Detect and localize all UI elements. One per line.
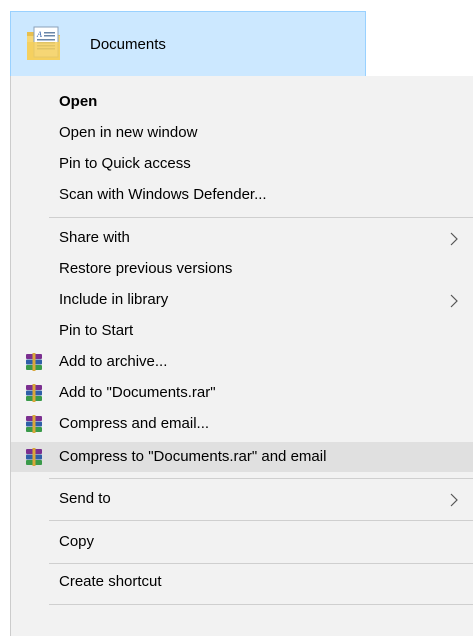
- menu-separator: [49, 478, 473, 479]
- menu-separator: [49, 604, 473, 605]
- menu-item-label: Include in library: [59, 291, 169, 308]
- menu-item-restore-versions[interactable]: Restore previous versions: [11, 254, 473, 284]
- documents-folder-icon: A: [27, 26, 60, 60]
- menu-item-label: Compress and email...: [59, 415, 210, 432]
- folder-name: Documents: [90, 36, 166, 53]
- winrar-archive-icon: [26, 384, 42, 402]
- menu-item-pin-start[interactable]: Pin to Start: [11, 316, 473, 346]
- context-menu: Open Open in new window Pin to Quick acc…: [10, 76, 473, 636]
- menu-item-label: Create shortcut: [59, 573, 162, 590]
- menu-separator: [49, 217, 473, 218]
- menu-item-scan-defender[interactable]: Scan with Windows Defender...: [11, 180, 473, 210]
- chevron-right-icon: [450, 294, 458, 308]
- menu-item-open[interactable]: Open: [11, 87, 473, 117]
- winrar-archive-icon: [26, 448, 42, 466]
- menu-item-label: Restore previous versions: [59, 260, 233, 277]
- menu-item-pin-quick-access[interactable]: Pin to Quick access: [11, 149, 473, 179]
- menu-item-label: Add to archive...: [59, 353, 168, 370]
- menu-item-label: Open: [59, 93, 98, 110]
- menu-item-label: Pin to Quick access: [59, 155, 191, 172]
- menu-item-compress-email[interactable]: Compress and email...: [11, 409, 473, 439]
- chevron-right-icon: [450, 493, 458, 507]
- menu-item-label: Copy: [59, 533, 95, 550]
- menu-item-label: Add to "Documents.rar": [59, 384, 216, 401]
- menu-item-create-shortcut[interactable]: Create shortcut: [11, 567, 473, 597]
- menu-item-label: Open in new window: [59, 124, 198, 141]
- menu-item-add-documents-rar[interactable]: Add to "Documents.rar": [11, 378, 473, 408]
- menu-item-label: Pin to Start: [59, 322, 134, 339]
- menu-item-send-to[interactable]: Send to: [11, 484, 473, 514]
- winrar-archive-icon: [26, 353, 42, 371]
- menu-item-add-archive[interactable]: Add to archive...: [11, 347, 473, 377]
- chevron-right-icon: [450, 232, 458, 246]
- menu-item-copy[interactable]: Copy: [11, 527, 473, 557]
- menu-item-label: Scan with Windows Defender...: [59, 186, 267, 203]
- menu-separator: [49, 520, 473, 521]
- menu-item-share-with[interactable]: Share with: [11, 223, 473, 253]
- menu-separator: [49, 563, 473, 564]
- menu-item-label: Compress to "Documents.rar" and email: [59, 448, 327, 465]
- menu-item-compress-documents-rar-email[interactable]: Compress to "Documents.rar" and email: [11, 442, 473, 472]
- svg-text:A: A: [36, 30, 42, 39]
- menu-item-include-library[interactable]: Include in library: [11, 285, 473, 315]
- documents-folder[interactable]: A Documents: [10, 11, 366, 77]
- menu-item-label: Send to: [59, 490, 111, 507]
- winrar-archive-icon: [26, 415, 42, 433]
- menu-item-open-new-window[interactable]: Open in new window: [11, 118, 473, 148]
- menu-item-label: Share with: [59, 229, 130, 246]
